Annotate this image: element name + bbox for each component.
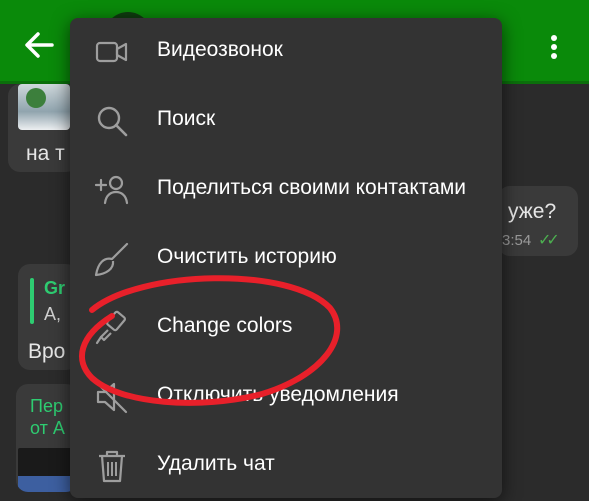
- read-receipt-icon: ✓✓: [538, 232, 560, 249]
- link-preview-image: [18, 84, 70, 130]
- message-text: уже?: [508, 200, 557, 223]
- reply-author: Gr: [44, 278, 66, 298]
- menu-item-mute[interactable]: Отключить уведомления: [70, 363, 502, 432]
- image-thumbnail[interactable]: [18, 448, 74, 492]
- menu-item-clear-history[interactable]: Очистить историю: [70, 225, 502, 294]
- broom-icon: [94, 242, 129, 277]
- video-camera-icon: [95, 41, 128, 63]
- message-bubble[interactable]: Пер от А: [16, 384, 78, 492]
- message-bubble[interactable]: уже? 3:54 ✓✓: [498, 186, 578, 256]
- menu-item-label: Поделиться своими контактами: [157, 176, 467, 199]
- more-vert-icon[interactable]: [540, 30, 568, 64]
- menu-item-label: Change colors: [157, 314, 293, 337]
- menu-item-label: Очистить историю: [157, 245, 337, 268]
- reply-indicator: [30, 278, 34, 324]
- mute-icon: [95, 381, 128, 414]
- menu-item-delete-chat[interactable]: Удалить чат: [70, 432, 502, 501]
- message-text: Вро: [28, 340, 66, 363]
- message-bubble[interactable]: на т: [8, 84, 78, 172]
- menu-item-search[interactable]: Поиск: [70, 87, 502, 156]
- trash-icon: [99, 450, 125, 483]
- forwarded-label: Пер: [30, 396, 63, 416]
- menu-item-label: Поиск: [157, 107, 216, 130]
- reply-preview: А,: [44, 304, 62, 324]
- menu-item-change-colors[interactable]: Change colors: [70, 294, 502, 363]
- message-text: на т: [26, 142, 65, 165]
- menu-item-video-call[interactable]: Видеозвонок: [70, 18, 502, 87]
- message-bubble[interactable]: Gr А, Вро: [18, 264, 78, 370]
- overflow-menu: Видеозвонок Поиск Поделиться своими конт…: [70, 18, 502, 498]
- menu-item-share-contact[interactable]: Поделиться своими контактами: [70, 156, 502, 225]
- message-time: 3:54: [502, 232, 532, 249]
- forwarded-source: от А: [30, 418, 65, 438]
- add-person-icon: [94, 175, 129, 205]
- search-icon: [97, 106, 128, 137]
- menu-item-label: Отключить уведомления: [157, 383, 399, 406]
- back-arrow-icon[interactable]: [22, 28, 56, 62]
- menu-item-label: Видеозвонок: [157, 38, 283, 61]
- paintbrush-icon: [95, 310, 127, 345]
- menu-item-label: Удалить чат: [157, 452, 275, 475]
